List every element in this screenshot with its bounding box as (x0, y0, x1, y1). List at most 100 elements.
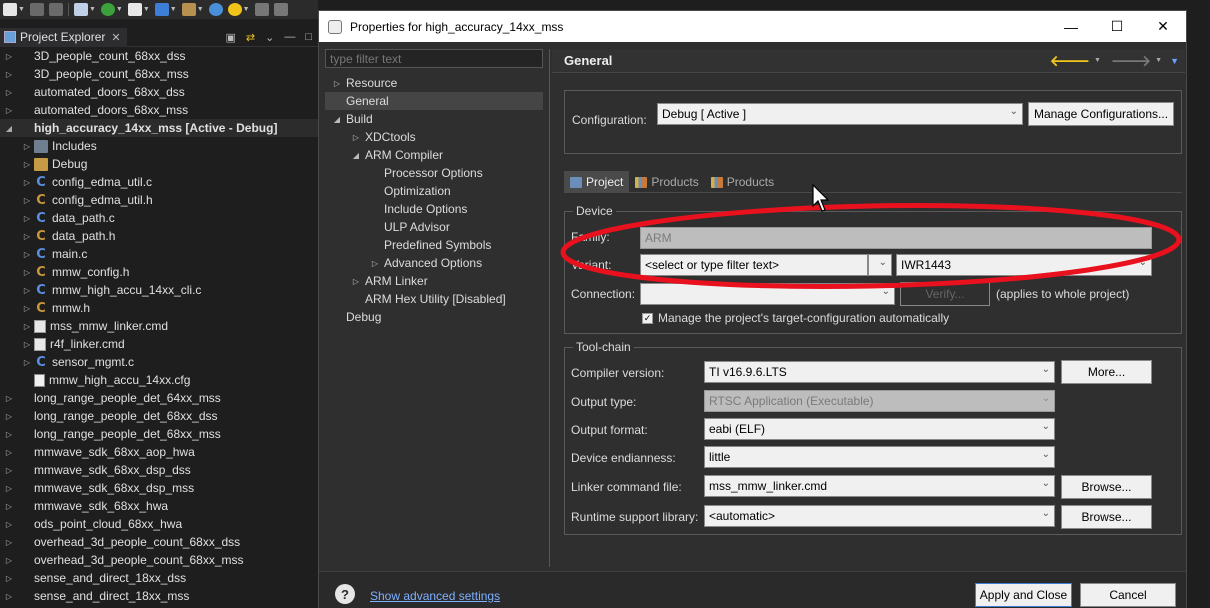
save-all-icon[interactable] (48, 3, 63, 16)
browse-linker-button[interactable]: Browse... (1061, 475, 1152, 499)
collapsed-caret-icon[interactable]: ▷ (2, 52, 16, 61)
nav-item[interactable]: ▷ Resource (325, 74, 543, 92)
connect-icon[interactable] (154, 3, 169, 16)
back-icon[interactable] (254, 3, 269, 16)
project-item[interactable]: ◢ high_accuracy_14xx_mss [Active - Debug] (0, 119, 318, 137)
help-icon[interactable]: ? (335, 584, 355, 604)
forward-icon[interactable] (273, 3, 288, 16)
output-format-select[interactable]: eabi (ELF) ⌄ (704, 418, 1055, 440)
collapsed-caret-icon[interactable]: ▷ (20, 286, 34, 295)
new-icon[interactable] (3, 3, 17, 16)
collapsed-caret-icon[interactable]: ▷ (2, 394, 16, 403)
nav-caret-icon[interactable]: ▷ (350, 277, 362, 286)
tree-item[interactable]: ▷ Cmmw_config.h (0, 263, 318, 281)
tab-project[interactable]: Project (564, 171, 630, 193)
nav-item[interactable]: Debug (325, 308, 543, 326)
collapsed-caret-icon[interactable]: ▷ (2, 466, 16, 475)
project-item[interactable]: ▷ long_range_people_det_68xx_dss (0, 407, 318, 425)
tree-item[interactable]: ▷ mss_mmw_linker.cmd (0, 317, 318, 335)
nav-caret-icon[interactable]: ◢ (331, 115, 343, 124)
tree-item[interactable]: mmw_high_accu_14xx.cfg (0, 371, 318, 389)
nav-item[interactable]: ARM Hex Utility [Disabled] (325, 290, 543, 308)
collapsed-caret-icon[interactable]: ▷ (2, 502, 16, 511)
collapsed-caret-icon[interactable]: ▷ (20, 178, 34, 187)
collapsed-caret-icon[interactable]: ▷ (2, 412, 16, 421)
collapsed-caret-icon[interactable]: ▷ (2, 70, 16, 79)
more-button[interactable]: More... (1061, 360, 1152, 384)
apply-and-close-button[interactable]: Apply and Close (975, 583, 1072, 607)
nav-caret-icon[interactable]: ▷ (350, 133, 362, 142)
nav-caret-icon[interactable]: ▷ (331, 79, 343, 88)
close-button[interactable]: ✕ (1140, 11, 1186, 42)
project-item[interactable]: ▷ ods_point_cloud_68xx_hwa (0, 515, 318, 533)
device-endianness-select[interactable]: little ⌄ (704, 446, 1055, 468)
maximize-button[interactable]: ☐ (1094, 11, 1140, 42)
minimize-button[interactable]: — (1048, 11, 1094, 42)
collapsed-caret-icon[interactable]: ▷ (2, 88, 16, 97)
back-arrow-icon[interactable]: 🡐 (1050, 51, 1090, 70)
nav-item[interactable]: Predefined Symbols (325, 236, 543, 254)
project-item[interactable]: ▷ mmwave_sdk_68xx_dsp_dss (0, 461, 318, 479)
nav-item[interactable]: ▷ XDCtools (325, 128, 543, 146)
collapsed-caret-icon[interactable]: ▷ (2, 574, 16, 583)
project-item[interactable]: ▷ 3D_people_count_68xx_mss (0, 65, 318, 83)
nav-caret-icon[interactable]: ▷ (369, 259, 381, 268)
back-dropdown-icon[interactable]: ▼ (1094, 57, 1101, 64)
collapsed-caret-icon[interactable]: ▷ (20, 214, 34, 223)
run-icon[interactable] (127, 3, 142, 16)
compiler-version-select[interactable]: TI v16.9.6.LTS ⌄ (704, 361, 1055, 383)
tree-item[interactable]: ▷ Cmmw_high_accu_14xx_cli.c (0, 281, 318, 299)
tree-item[interactable]: ▷ Cconfig_edma_util.h (0, 191, 318, 209)
cancel-button[interactable]: Cancel (1080, 583, 1176, 607)
nav-item[interactable]: Optimization (325, 182, 543, 200)
collapsed-caret-icon[interactable]: ▷ (20, 142, 34, 151)
tree-item[interactable]: ▷ Debug (0, 155, 318, 173)
forward-dropdown-icon[interactable]: ▼ (1155, 57, 1162, 64)
nav-item[interactable]: General (325, 92, 543, 110)
project-item[interactable]: ▷ mmwave_sdk_68xx_hwa (0, 497, 318, 515)
search-icon[interactable] (208, 3, 223, 16)
expanded-caret-icon[interactable]: ◢ (2, 124, 16, 133)
minimize-icon[interactable]: — (284, 31, 295, 44)
collapsed-caret-icon[interactable]: ▷ (20, 358, 34, 367)
nav-item[interactable]: ULP Advisor (325, 218, 543, 236)
monitor-icon[interactable] (73, 3, 88, 16)
tree-item[interactable]: ▷ Cmmw.h (0, 299, 318, 317)
collapsed-caret-icon[interactable]: ▷ (20, 304, 34, 313)
nav-caret-icon[interactable]: ◢ (350, 151, 362, 160)
collapsed-caret-icon[interactable]: ▷ (20, 340, 34, 349)
manage-target-checkbox[interactable]: ✓ (642, 313, 653, 324)
show-advanced-settings-link[interactable]: Show advanced settings (370, 589, 500, 603)
filter-input[interactable]: type filter text (325, 49, 543, 68)
build-icon[interactable] (181, 3, 196, 16)
collapsed-caret-icon[interactable]: ▷ (2, 538, 16, 547)
nav-item[interactable]: Processor Options (325, 164, 543, 182)
view-menu-icon[interactable]: ⌄ (265, 31, 274, 44)
collapsed-caret-icon[interactable]: ▷ (20, 250, 34, 259)
project-explorer-tab[interactable]: Project Explorer ✕ (0, 27, 127, 47)
nav-item[interactable]: ▷ Advanced Options (325, 254, 543, 272)
project-item[interactable]: ▷ sense_and_direct_18xx_dss (0, 569, 318, 587)
tab-products[interactable]: Products (629, 171, 704, 193)
tree-item[interactable]: ▷ Cdata_path.c (0, 209, 318, 227)
nav-item[interactable]: Include Options (325, 200, 543, 218)
collapsed-caret-icon[interactable]: ▷ (2, 556, 16, 565)
nav-item[interactable]: ▷ ARM Linker (325, 272, 543, 290)
forward-arrow-icon[interactable]: 🡒 (1111, 51, 1151, 70)
tree-item[interactable]: ▷ Cmain.c (0, 245, 318, 263)
nav-item[interactable]: ◢ ARM Compiler (325, 146, 543, 164)
tab-products-2[interactable]: Products (705, 171, 780, 193)
project-item[interactable]: ▷ 3D_people_count_68xx_dss (0, 47, 318, 65)
link-editor-icon[interactable]: ⇄ (246, 31, 255, 44)
close-icon[interactable]: ✕ (111, 31, 120, 44)
collapsed-caret-icon[interactable]: ▷ (20, 268, 34, 277)
debug-icon[interactable] (100, 3, 115, 16)
page-menu-icon[interactable]: ▼ (1170, 56, 1179, 66)
nav-item[interactable]: ◢ Build (325, 110, 543, 128)
project-item[interactable]: ▷ long_range_people_det_64xx_mss (0, 389, 318, 407)
project-item[interactable]: ▷ overhead_3d_people_count_68xx_dss (0, 533, 318, 551)
collapsed-caret-icon[interactable]: ▷ (2, 520, 16, 529)
tree-item[interactable]: ▷ Cdata_path.h (0, 227, 318, 245)
pane-divider[interactable] (549, 49, 550, 567)
tree-item[interactable]: ▷ r4f_linker.cmd (0, 335, 318, 353)
